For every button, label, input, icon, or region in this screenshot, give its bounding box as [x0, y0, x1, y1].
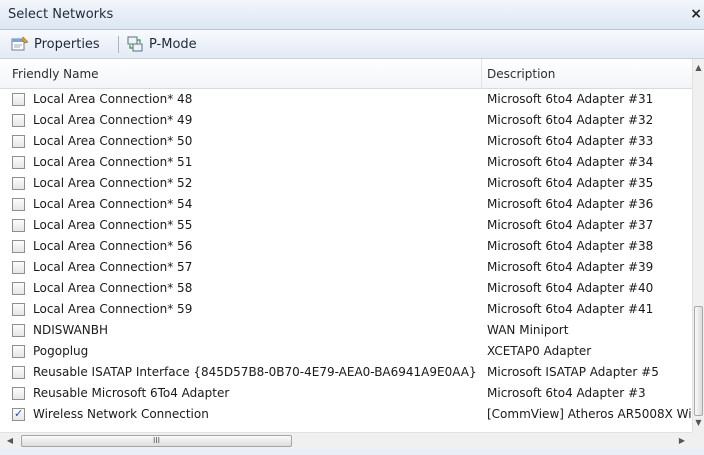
- row-friendly-name: Wireless Network Connection: [33, 407, 209, 421]
- row-checkbox[interactable]: [12, 282, 25, 295]
- row-checkbox[interactable]: [12, 135, 25, 148]
- p-mode-label: P-Mode: [149, 36, 197, 52]
- row-friendly-name: Local Area Connection* 55: [33, 218, 193, 232]
- row-checkbox[interactable]: [12, 387, 25, 400]
- rows-container: Local Area Connection* 48 Microsoft 6to4 …: [0, 89, 692, 425]
- table-row[interactable]: Local Area Connection* 56 Microsoft 6to4 …: [0, 236, 692, 257]
- toolbar-separator: [118, 36, 119, 53]
- table-row[interactable]: Local Area Connection* 50 Microsoft 6to4 …: [0, 131, 692, 152]
- title-bar: Select Networks ×: [0, 0, 704, 30]
- row-description: Microsoft 6to4 Adapter #35: [487, 176, 654, 190]
- window-title: Select Networks: [8, 7, 114, 22]
- p-mode-button[interactable]: P-Mode: [126, 34, 197, 54]
- row-friendly-name: Reusable ISATAP Interface {845D57B8-0B70…: [33, 365, 477, 379]
- toolbar: Properties P-Mode: [0, 30, 704, 59]
- row-checkbox[interactable]: [12, 93, 25, 106]
- row-description: Microsoft 6to4 Adapter #32: [487, 113, 654, 127]
- row-friendly-name: Local Area Connection* 49: [33, 113, 193, 127]
- network-adapter-icon: [126, 36, 144, 52]
- scroll-grip-icon: III: [152, 436, 161, 445]
- row-description: Microsoft 6to4 Adapter #37: [487, 218, 654, 232]
- row-friendly-name: Local Area Connection* 57: [33, 260, 193, 274]
- row-friendly-name: Local Area Connection* 52: [33, 176, 193, 190]
- vertical-scroll-thumb[interactable]: [694, 306, 703, 416]
- scroll-down-icon[interactable]: ▼: [693, 416, 704, 430]
- table-row[interactable]: Local Area Connection* 49 Microsoft 6to4 …: [0, 110, 692, 131]
- row-friendly-name: NDISWANBH: [33, 323, 109, 337]
- row-checkbox[interactable]: [12, 156, 25, 169]
- properties-label: Properties: [34, 36, 100, 52]
- row-description: Microsoft 6to4 Adapter #40: [487, 281, 654, 295]
- row-checkbox[interactable]: [12, 407, 25, 421]
- row-checkbox[interactable]: [12, 366, 25, 379]
- column-header-friendly-name[interactable]: Friendly Name: [12, 67, 99, 81]
- row-friendly-name: Reusable Microsoft 6To4 Adapter: [33, 386, 230, 400]
- table-row[interactable]: Local Area Connection* 59 Microsoft 6to4 …: [0, 299, 692, 320]
- row-description: XCETAP0 Adapter: [487, 344, 592, 358]
- row-checkbox[interactable]: [12, 324, 25, 337]
- table-row[interactable]: Reusable Microsoft 6To4 Adapter Microsoft…: [0, 383, 692, 404]
- table-row[interactable]: Local Area Connection* 57 Microsoft 6to4 …: [0, 257, 692, 278]
- table-row[interactable]: Local Area Connection* 51 Microsoft 6to4 …: [0, 152, 692, 173]
- row-description: Microsoft 6to4 Adapter #36: [487, 197, 654, 211]
- row-friendly-name: Local Area Connection* 54: [33, 197, 193, 211]
- row-checkbox[interactable]: [12, 345, 25, 358]
- row-description: [CommView] Atheros AR5008X Wireless Netw…: [487, 407, 692, 421]
- row-friendly-name: Pogoplug: [33, 344, 89, 358]
- table-row[interactable]: Pogoplug XCETAP0 Adapter: [0, 341, 692, 362]
- properties-button[interactable]: Properties: [11, 34, 100, 54]
- row-checkbox[interactable]: [12, 240, 25, 253]
- horizontal-scroll-thumb[interactable]: III: [21, 435, 292, 447]
- row-friendly-name: Local Area Connection* 58: [33, 281, 193, 295]
- table-row[interactable]: Reusable ISATAP Interface {845D57B8-0B70…: [0, 362, 692, 383]
- vertical-scrollbar[interactable]: ▲ ▼: [692, 59, 704, 432]
- scroll-up-icon[interactable]: ▲: [693, 61, 704, 75]
- row-friendly-name: Local Area Connection* 50: [33, 134, 193, 148]
- table-row[interactable]: Local Area Connection* 54 Microsoft 6to4 …: [0, 194, 692, 215]
- column-header-row: Friendly Name Description: [0, 59, 692, 89]
- table-row[interactable]: Local Area Connection* 48 Microsoft 6to4 …: [0, 89, 692, 110]
- close-button[interactable]: ×: [690, 6, 702, 22]
- row-friendly-name: Local Area Connection* 48: [33, 92, 193, 106]
- scroll-right-icon[interactable]: ▶: [675, 434, 689, 448]
- row-checkbox[interactable]: [12, 177, 25, 190]
- row-description: WAN Miniport: [487, 323, 569, 337]
- row-description: Microsoft 6to4 Adapter #34: [487, 155, 654, 169]
- column-header-description[interactable]: Description: [487, 67, 555, 81]
- row-friendly-name: Local Area Connection* 56: [33, 239, 193, 253]
- scrollbar-corner: [692, 432, 704, 449]
- table-row[interactable]: Local Area Connection* 55 Microsoft 6to4 …: [0, 215, 692, 236]
- row-checkbox[interactable]: [12, 114, 25, 127]
- window-bottom-edge: [0, 449, 704, 455]
- row-checkbox[interactable]: [12, 261, 25, 274]
- table-row[interactable]: NDISWANBH WAN Miniport: [0, 320, 692, 341]
- row-description: Microsoft ISATAP Adapter #5: [487, 365, 659, 379]
- networks-list: Friendly Name Description Local Area Con…: [0, 59, 704, 432]
- column-divider[interactable]: [481, 59, 482, 89]
- scroll-left-icon[interactable]: ◀: [3, 434, 17, 448]
- table-row[interactable]: Local Area Connection* 58 Microsoft 6to4 …: [0, 278, 692, 299]
- row-description: Microsoft 6to4 Adapter #31: [487, 92, 654, 106]
- row-checkbox[interactable]: [12, 219, 25, 232]
- row-checkbox[interactable]: [12, 303, 25, 316]
- row-description: Microsoft 6to4 Adapter #3: [487, 386, 646, 400]
- table-row[interactable]: Wireless Network Connection [CommView] At…: [0, 404, 692, 425]
- table-row[interactable]: Local Area Connection* 52 Microsoft 6to4 …: [0, 173, 692, 194]
- row-description: Microsoft 6to4 Adapter #39: [487, 260, 654, 274]
- row-description: Microsoft 6to4 Adapter #33: [487, 134, 654, 148]
- row-friendly-name: Local Area Connection* 51: [33, 155, 193, 169]
- row-checkbox[interactable]: [12, 198, 25, 211]
- properties-icon: [11, 36, 29, 52]
- horizontal-scrollbar[interactable]: ◀ III ▶: [0, 432, 692, 449]
- row-description: Microsoft 6to4 Adapter #38: [487, 239, 654, 253]
- row-friendly-name: Local Area Connection* 59: [33, 302, 193, 316]
- row-description: Microsoft 6to4 Adapter #41: [487, 302, 654, 316]
